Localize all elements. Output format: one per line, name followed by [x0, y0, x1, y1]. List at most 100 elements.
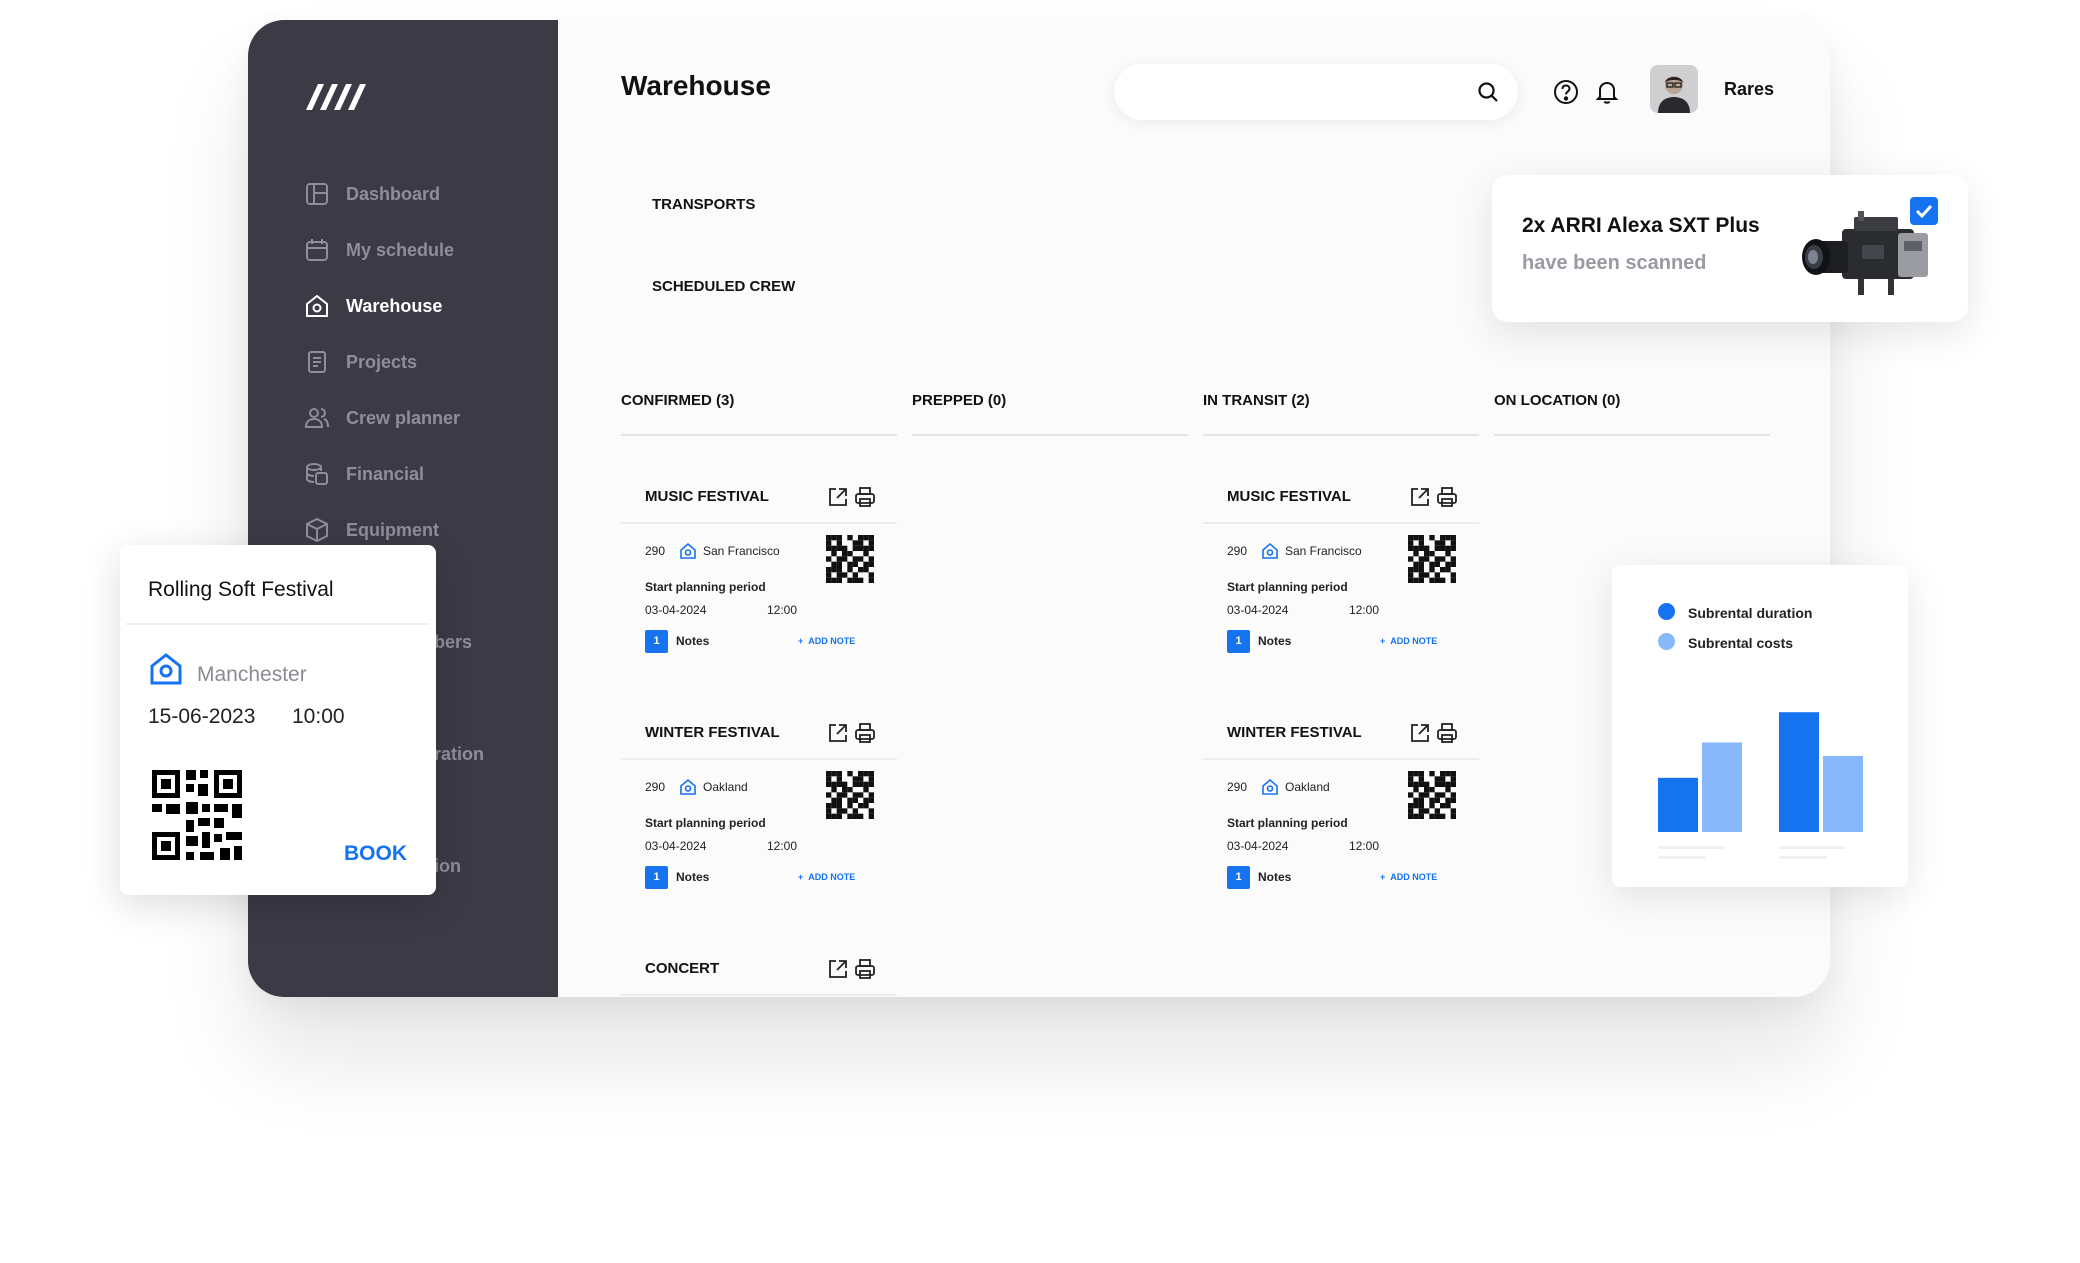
sidebar-item-financial[interactable]: Financial	[304, 456, 424, 492]
help-icon[interactable]	[1553, 79, 1579, 105]
add-note-button[interactable]: + ADD NOTE	[1380, 636, 1437, 646]
bar-subrental-duration-1	[1779, 712, 1819, 832]
card-city: San Francisco	[703, 544, 780, 558]
search-bar[interactable]	[1114, 64, 1518, 120]
bar-chart	[1658, 712, 1863, 859]
plus-icon: +	[1380, 636, 1391, 646]
booking-title: Rolling Soft Festival	[148, 578, 334, 601]
sidebar-item-projects[interactable]: Projects	[304, 344, 417, 380]
axis-label-placeholder	[1779, 846, 1845, 849]
scan-notification: 2x ARRI Alexa SXT Plus have been scanned	[1492, 175, 1968, 322]
notes-label[interactable]: Notes	[1258, 634, 1291, 648]
axis-label-placeholder	[1658, 856, 1706, 859]
card-code: 290	[645, 544, 666, 558]
qr-code-icon[interactable]	[826, 771, 874, 819]
card-date: 03-04-2024	[645, 839, 707, 853]
sidebar-item-label: ion	[434, 855, 461, 876]
bar-subrental-costs-0	[1702, 742, 1742, 832]
card-code: 290	[1227, 780, 1248, 794]
card-header: MUSIC FESTIVAL	[621, 470, 897, 524]
add-note-button[interactable]: + ADD NOTE	[798, 872, 855, 882]
sidebar-item-crew-planner[interactable]: Crew planner	[304, 400, 460, 436]
sidebar-item-equipment[interactable]: Equipment	[304, 512, 439, 548]
card-title: WINTER FESTIVAL	[645, 724, 780, 741]
print-icon[interactable]	[854, 486, 876, 508]
qr-code-icon[interactable]	[826, 535, 874, 583]
notes-count-badge: 1	[1227, 630, 1250, 653]
sidebar-item-label: Crew planner	[346, 407, 461, 428]
sidebar-item-label: Warehouse	[346, 295, 443, 316]
transport-card[interactable]: MUSIC FESTIVAL 290 San Francisco Start p…	[1203, 470, 1479, 653]
add-note-button[interactable]: + ADD NOTE	[1380, 872, 1437, 882]
sidebar-item-label: Financial	[346, 463, 425, 484]
card-time: 12:00	[1349, 603, 1380, 617]
card-period-label: Start planning period	[1227, 580, 1348, 594]
card-date: 03-04-2024	[645, 603, 707, 617]
dashboard-icon	[306, 183, 328, 205]
transport-card[interactable]: WINTER FESTIVAL 290 Oakland Start planni…	[621, 706, 897, 889]
avatar[interactable]	[1650, 65, 1698, 113]
open-external-icon[interactable]	[827, 722, 849, 744]
scanned-checkbox[interactable]	[1910, 197, 1938, 225]
card-time: 12:00	[767, 839, 798, 853]
user-name[interactable]: Rares	[1724, 79, 1774, 100]
notes-label[interactable]: Notes	[676, 634, 709, 648]
card-period-label: Start planning period	[1227, 816, 1348, 830]
open-external-icon[interactable]	[827, 486, 849, 508]
section-link-transports[interactable]: TRANSPORTS	[652, 196, 755, 213]
axis-label-placeholder	[1779, 856, 1827, 859]
print-icon[interactable]	[1436, 486, 1458, 508]
bell-icon[interactable]	[1594, 79, 1620, 105]
sidebar-item-partial-integration[interactable]: ion	[434, 848, 461, 884]
transport-card[interactable]: CONCERT	[621, 942, 897, 996]
add-note-label: ADD NOTE	[1390, 636, 1438, 646]
qr-code-icon[interactable]	[1408, 771, 1456, 819]
sidebar-item-label: Equipment	[346, 519, 439, 540]
plus-icon: +	[798, 872, 809, 882]
check-icon	[1915, 204, 1933, 219]
brand-logo[interactable]	[304, 82, 368, 117]
open-external-icon[interactable]	[827, 958, 849, 980]
document-icon	[308, 351, 326, 373]
column-header-on-location[interactable]: ON LOCATION (0)	[1494, 384, 1770, 436]
card-code: 290	[1227, 544, 1248, 558]
column-header-prepped[interactable]: PREPPED (0)	[912, 384, 1188, 436]
notes-label[interactable]: Notes	[676, 870, 709, 884]
booking-time: 10:00	[292, 705, 345, 728]
book-button[interactable]: BOOK	[344, 842, 407, 866]
search-input[interactable]	[1114, 64, 1454, 120]
card-title: WINTER FESTIVAL	[1227, 724, 1362, 741]
open-external-icon[interactable]	[1409, 722, 1431, 744]
column-header-in-transit[interactable]: IN TRANSIT (2)	[1203, 384, 1479, 436]
add-note-button[interactable]: + ADD NOTE	[798, 636, 855, 646]
location-icon	[150, 653, 182, 685]
sidebar-item-dashboard[interactable]: Dashboard	[304, 176, 440, 212]
transport-card[interactable]: MUSIC FESTIVAL 290 San Francisco Start p…	[621, 470, 897, 653]
print-icon[interactable]	[854, 722, 876, 744]
location-icon	[1262, 778, 1278, 795]
sidebar-item-partial-members[interactable]: bers	[434, 624, 472, 660]
search-icon[interactable]	[1476, 80, 1500, 104]
scan-subtitle: have been scanned	[1522, 252, 1707, 274]
section-link-scheduled-crew[interactable]: SCHEDULED CREW	[652, 278, 795, 295]
warehouse-icon	[306, 294, 328, 317]
qr-code-icon[interactable]	[1408, 535, 1456, 583]
coins-icon	[306, 463, 328, 485]
sidebar-item-my-schedule[interactable]: My schedule	[304, 232, 454, 268]
notes-label[interactable]: Notes	[1258, 870, 1291, 884]
sidebar-item-partial-administration[interactable]: ration	[434, 736, 484, 772]
card-header: CONCERT	[621, 942, 897, 996]
card-time: 12:00	[767, 603, 798, 617]
open-external-icon[interactable]	[1409, 486, 1431, 508]
calendar-icon	[306, 239, 328, 261]
sidebar-item-label: My schedule	[346, 239, 455, 260]
column-header-confirmed[interactable]: CONFIRMED (3)	[621, 384, 897, 436]
card-period-label: Start planning period	[645, 580, 766, 594]
app-window: Dashboard My schedule Warehouse Projects…	[248, 20, 1830, 997]
sidebar-item-warehouse[interactable]: Warehouse	[304, 288, 442, 324]
print-icon[interactable]	[854, 958, 876, 980]
transport-card[interactable]: WINTER FESTIVAL 290 Oakland Start planni…	[1203, 706, 1479, 889]
card-date: 03-04-2024	[1227, 603, 1289, 617]
card-title: MUSIC FESTIVAL	[645, 488, 769, 505]
print-icon[interactable]	[1436, 722, 1458, 744]
